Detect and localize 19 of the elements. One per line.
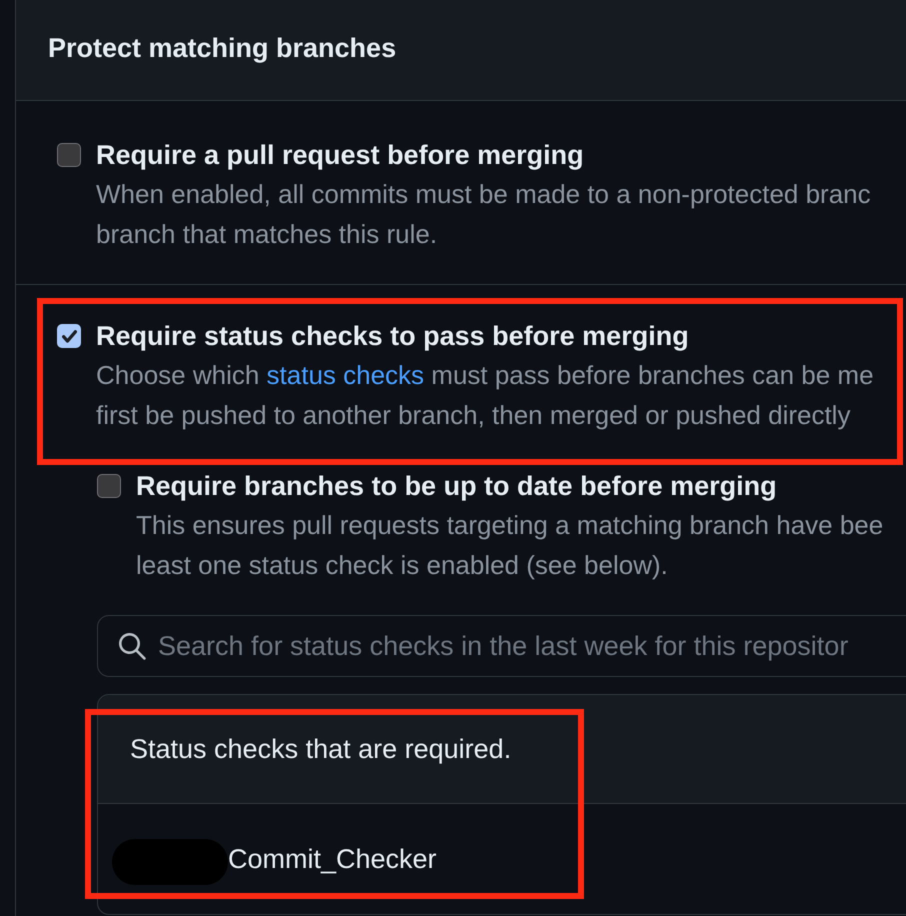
check-name: Commit_Checker — [228, 843, 437, 876]
checkbox[interactable] — [57, 324, 81, 348]
checkmark-icon — [62, 330, 76, 342]
option-description: branch that matches this rule. — [96, 218, 438, 251]
search-icon — [118, 632, 146, 660]
option-description: This ensures pull requests targeting a matching branch have bee — [136, 509, 884, 542]
option-title: Require a pull request before merging — [96, 139, 585, 172]
list-title: Status checks that are required. — [130, 733, 512, 766]
option-description: least one status check is enabled (see below). — [136, 549, 669, 582]
option-title: Require branches to be up to date before merging — [136, 470, 778, 503]
search-field[interactable]: Search for status checks in the last week for this repositor — [97, 615, 906, 677]
section-heading: Protect matching branches — [48, 32, 396, 65]
inline-link[interactable]: status checks — [266, 360, 424, 390]
checkbox[interactable] — [57, 143, 81, 167]
option-title: Require status checks to pass before merging — [96, 320, 690, 353]
checkbox[interactable] — [97, 474, 121, 498]
option-description: first be pushed to another branch, then merged or pushed directly — [96, 399, 852, 432]
option-description: When enabled, all commits must be made to a non-protected branc — [96, 178, 871, 211]
option-description: Choose which status checks must pass before branches can be me — [96, 359, 874, 392]
